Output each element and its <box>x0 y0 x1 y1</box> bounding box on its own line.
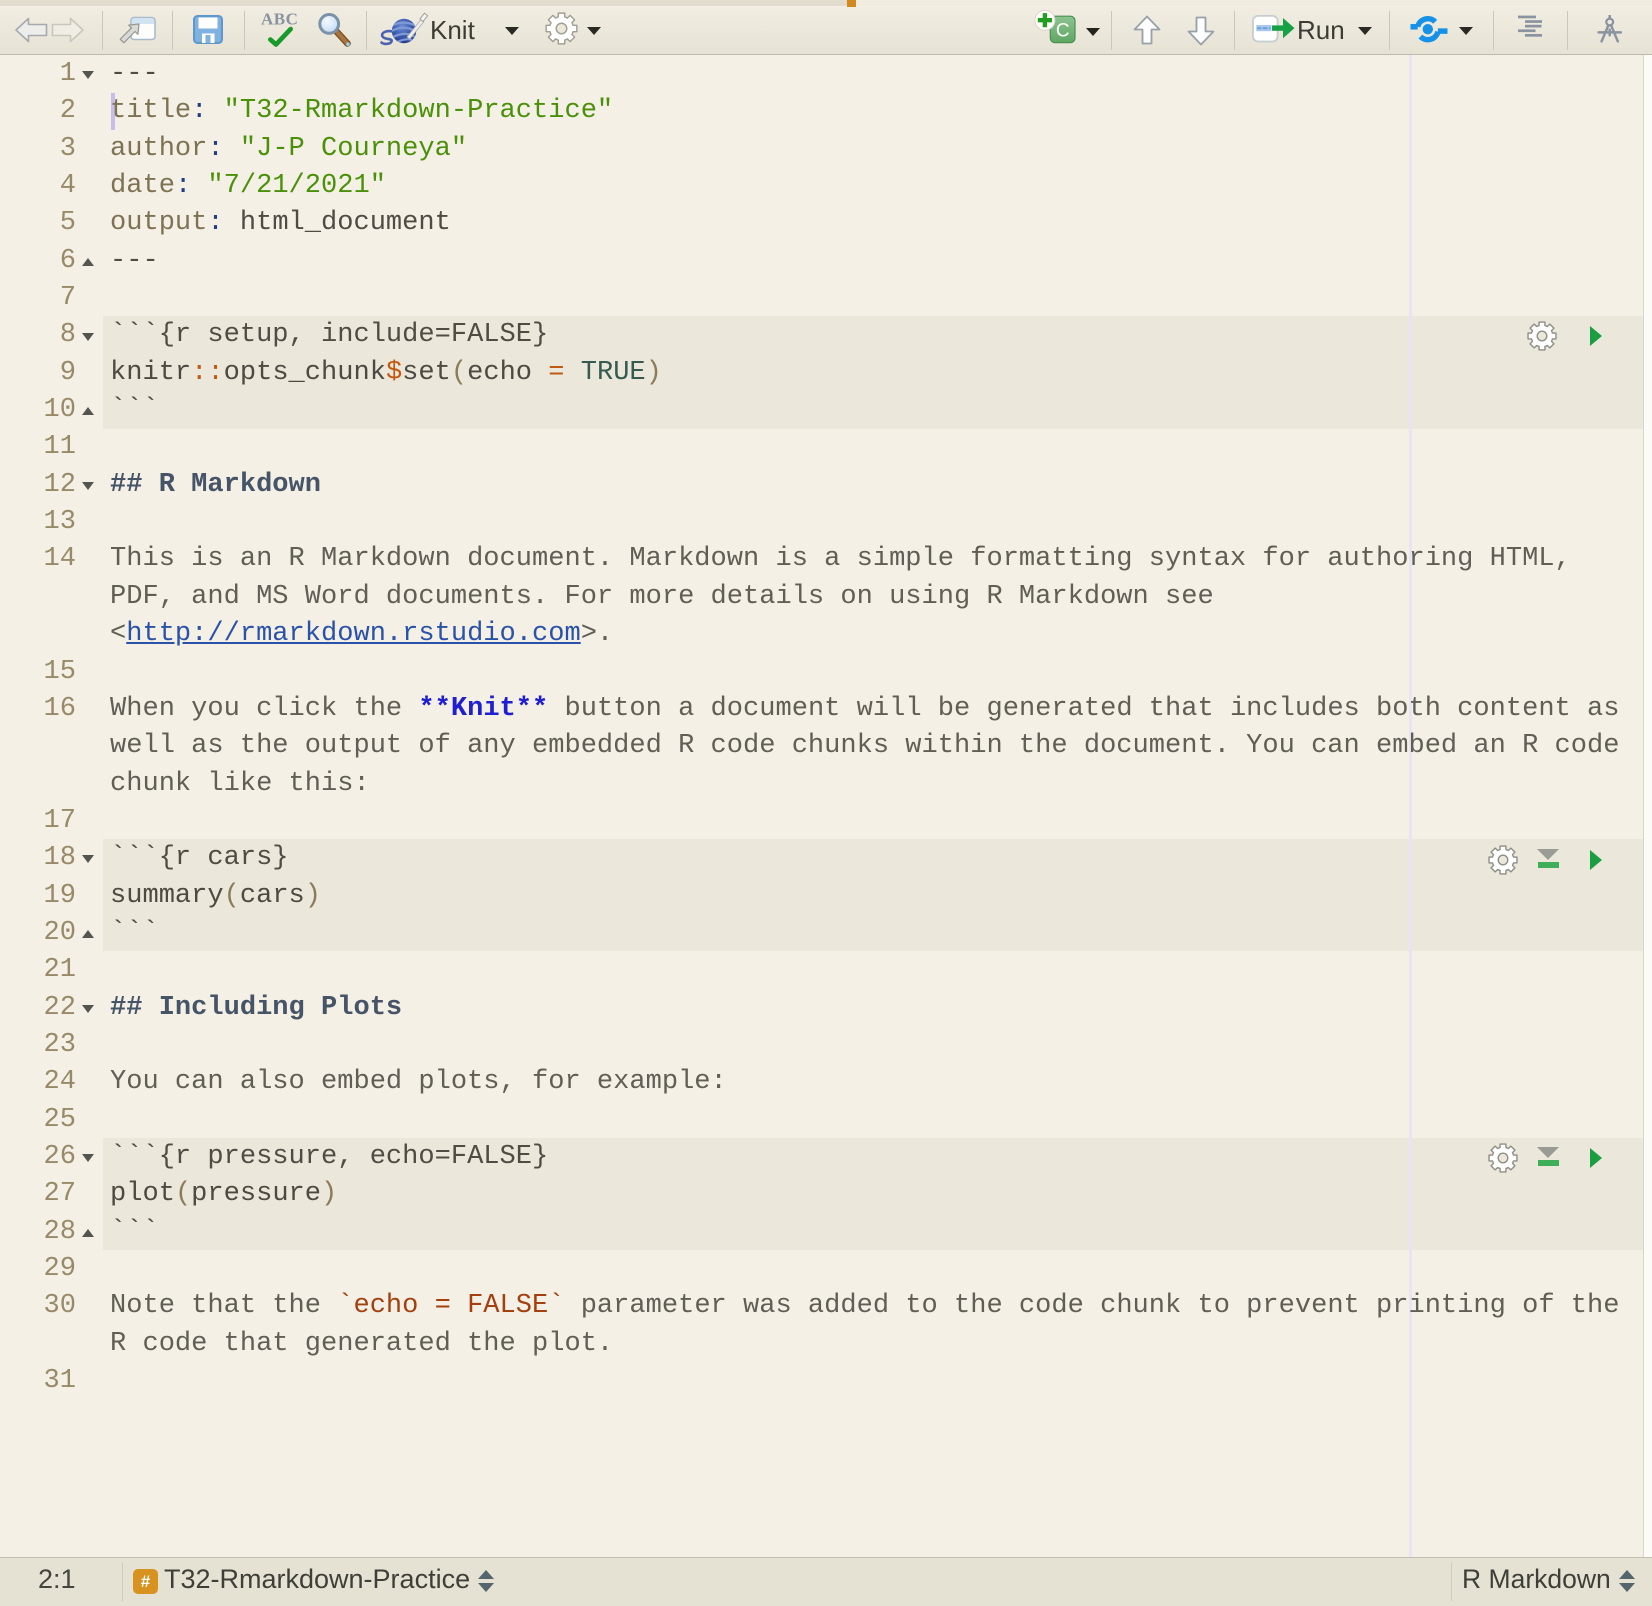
svg-text:C: C <box>1056 21 1070 42</box>
svg-text:ABC: ABC <box>261 13 298 29</box>
